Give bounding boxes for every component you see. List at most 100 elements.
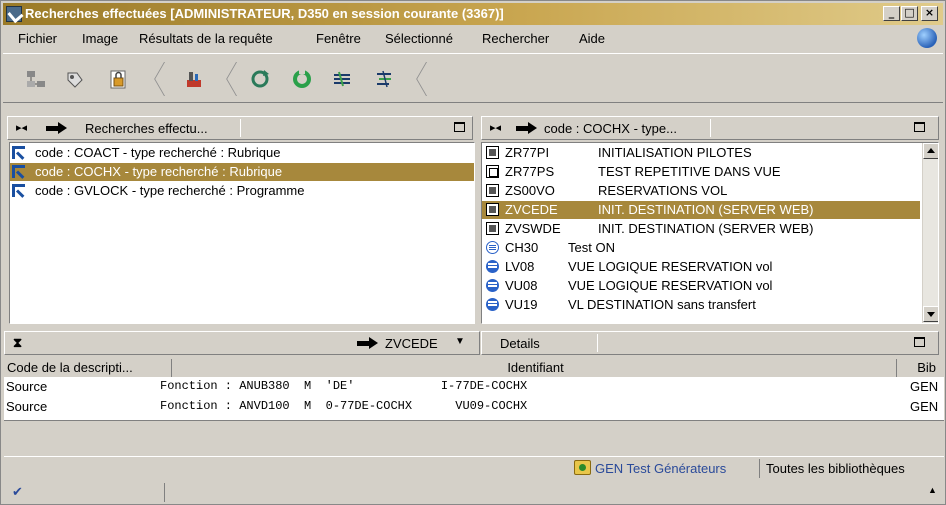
menu-fichier[interactable]: Fichier [18, 31, 57, 46]
cell-code: Source [6, 399, 48, 414]
item-description: INIT. DESTINATION (SERVER WEB) [598, 221, 814, 236]
column-header-identifiant[interactable]: Identifiant [172, 359, 897, 377]
item-description: TEST REPETITIVE DANS VUE [598, 164, 781, 179]
menu-aide[interactable]: Aide [579, 31, 605, 46]
filter-icon[interactable] [331, 68, 353, 90]
tools-icon[interactable] [183, 68, 205, 90]
screen-icon [486, 146, 499, 159]
toolbar-separator [413, 62, 423, 96]
application-window: Recherches effectuées [ADMINISTRATEUR, D… [0, 0, 946, 505]
panel-nav-icon[interactable]: ▸◂ [16, 121, 27, 134]
library-icon [574, 460, 591, 475]
details-header-right: Details [481, 331, 939, 355]
cell-bib: GEN [910, 399, 939, 414]
item-description: VL DESTINATION sans transfert [568, 297, 756, 312]
search-result-icon [12, 184, 25, 197]
table-row[interactable]: Source Fonction : ANVD100 M 0-77DE-COCHX… [4, 397, 944, 416]
scroll-up-button[interactable] [923, 143, 938, 159]
header-divider [240, 119, 241, 137]
item-code: ZR77PS [505, 164, 555, 179]
menu-rechercher[interactable]: Rechercher [482, 31, 549, 46]
details-table-header: Code de la descripti... Identifiant Bib [4, 359, 944, 377]
close-button[interactable]: × [921, 6, 938, 21]
toolbar-separator [151, 62, 161, 96]
left-panel-maximize-button[interactable] [454, 122, 465, 132]
dropdown-arrow-icon[interactable]: ▼ [455, 336, 465, 347]
bottom-status-bar: ✔ ▲ [4, 482, 944, 504]
empty-screen-icon [486, 165, 499, 178]
panel-nav-icon[interactable]: ▸◂ [490, 121, 501, 134]
list-item[interactable]: LV08 VUE LOGIQUE RESERVATION vol [482, 258, 920, 276]
list-item[interactable]: code : GVLOCK - type recherché : Program… [10, 182, 474, 200]
green-cycle-icon[interactable] [291, 68, 313, 90]
list-item[interactable]: CH30 Test ON [482, 239, 920, 257]
collapse-icon[interactable]: ⧗ [13, 335, 22, 351]
menu-image[interactable]: Image [82, 31, 118, 46]
menu-fenetre[interactable]: Fenêtre [316, 31, 361, 46]
item-description: VUE LOGIQUE RESERVATION vol [568, 259, 773, 274]
search-result-icon [12, 165, 25, 178]
item-code: VU19 [505, 297, 538, 312]
check-icon[interactable]: ✔ [12, 484, 23, 500]
item-description: Test ON [568, 240, 615, 255]
menu-selectionne[interactable]: Sélectionné [385, 31, 453, 46]
globe-icon [917, 28, 937, 48]
list-item[interactable]: ZVSWDE INIT. DESTINATION (SERVER WEB) [482, 220, 920, 238]
refresh-tool-icon[interactable] [249, 68, 271, 90]
list-item[interactable]: ZS00VO RESERVATIONS VOL [482, 182, 920, 200]
library-name[interactable]: GEN Test Générateurs [595, 461, 726, 476]
window-title: Recherches effectuées [ADMINISTRATEUR, D… [25, 6, 504, 21]
right-panel-title: code : COCHX - type... [544, 121, 677, 136]
list-item-selected[interactable]: ZVCEDE INIT. DESTINATION (SERVER WEB) [482, 201, 920, 219]
title-bar[interactable]: Recherches effectuées [ADMINISTRATEUR, D… [3, 3, 943, 25]
database-icon [486, 279, 499, 292]
right-panel-header: ▸◂ code : COCHX - type... [481, 116, 939, 140]
cell-identifiant: Fonction : ANUB380 M 'DE' I-77DE-COCHX [160, 379, 528, 393]
all-libraries-label[interactable]: Toutes les bibliothèques [766, 461, 905, 476]
details-table: Source Fonction : ANUB380 M 'DE' I-77DE-… [4, 377, 944, 421]
item-code: CH30 [505, 240, 539, 255]
list-item-label: code : GVLOCK - type recherché : Program… [35, 183, 305, 198]
lines-icon [486, 241, 499, 254]
right-panel-maximize-button[interactable] [914, 122, 925, 132]
details-maximize-button[interactable] [914, 337, 925, 347]
list-item[interactable]: code : COACT - type recherché : Rubrique [10, 144, 474, 162]
item-description: INIT. DESTINATION (SERVER WEB) [598, 202, 814, 217]
vertical-scrollbar[interactable] [922, 143, 938, 323]
database-icon [486, 298, 499, 311]
item-code: ZVCEDE [505, 202, 558, 217]
right-results-list: ZR77PI INITIALISATION PILOTES ZR77PS TEST R… [481, 142, 939, 324]
tag-icon[interactable] [63, 68, 85, 90]
item-code: ZS00VO [505, 183, 555, 198]
column-header-code[interactable]: Code de la descripti... [4, 359, 172, 377]
header-divider [597, 334, 598, 352]
menu-resultats[interactable]: Résultats de la requête [139, 31, 273, 46]
screen-icon [486, 184, 499, 197]
list-item-selected[interactable]: code : COCHX - type recherché : Rubrique [10, 163, 474, 181]
table-row[interactable]: Source Fonction : ANUB380 M 'DE' I-77DE-… [4, 377, 944, 396]
app-icon [6, 6, 22, 22]
library-status-bar: GEN Test Générateurs Toutes les biblioth… [4, 456, 944, 481]
list-item[interactable]: VU08 VUE LOGIQUE RESERVATION vol [482, 277, 920, 295]
expand-up-icon[interactable]: ▲ [928, 485, 937, 495]
column-header-bib[interactable]: Bib [897, 359, 944, 377]
tree-icon[interactable] [373, 68, 395, 90]
details-selector[interactable]: ZVCEDE [385, 336, 438, 351]
lock-page-icon[interactable] [107, 68, 129, 90]
cell-identifiant: Fonction : ANVD100 M 0-77DE-COCHX VU09-C… [160, 399, 528, 413]
item-code: ZR77PI [505, 145, 550, 160]
left-panel-header: ▸◂ Recherches effectu... [7, 116, 473, 140]
network-icon[interactable] [25, 68, 47, 90]
minimize-button[interactable]: _ [883, 6, 900, 21]
toolbar [3, 53, 943, 103]
list-item[interactable]: ZR77PI INITIALISATION PILOTES [482, 144, 920, 162]
list-item[interactable]: VU19 VL DESTINATION sans transfert [482, 296, 920, 314]
item-description: RESERVATIONS VOL [598, 183, 728, 198]
scroll-down-button[interactable] [923, 306, 938, 322]
list-item[interactable]: ZR77PS TEST REPETITIVE DANS VUE [482, 163, 920, 181]
screen-icon [486, 222, 499, 235]
list-item-label: code : COCHX - type recherché : Rubrique [35, 164, 283, 179]
details-tab[interactable]: Details [500, 336, 540, 351]
search-result-icon [12, 146, 25, 159]
maximize-button[interactable]: □ [901, 6, 918, 21]
